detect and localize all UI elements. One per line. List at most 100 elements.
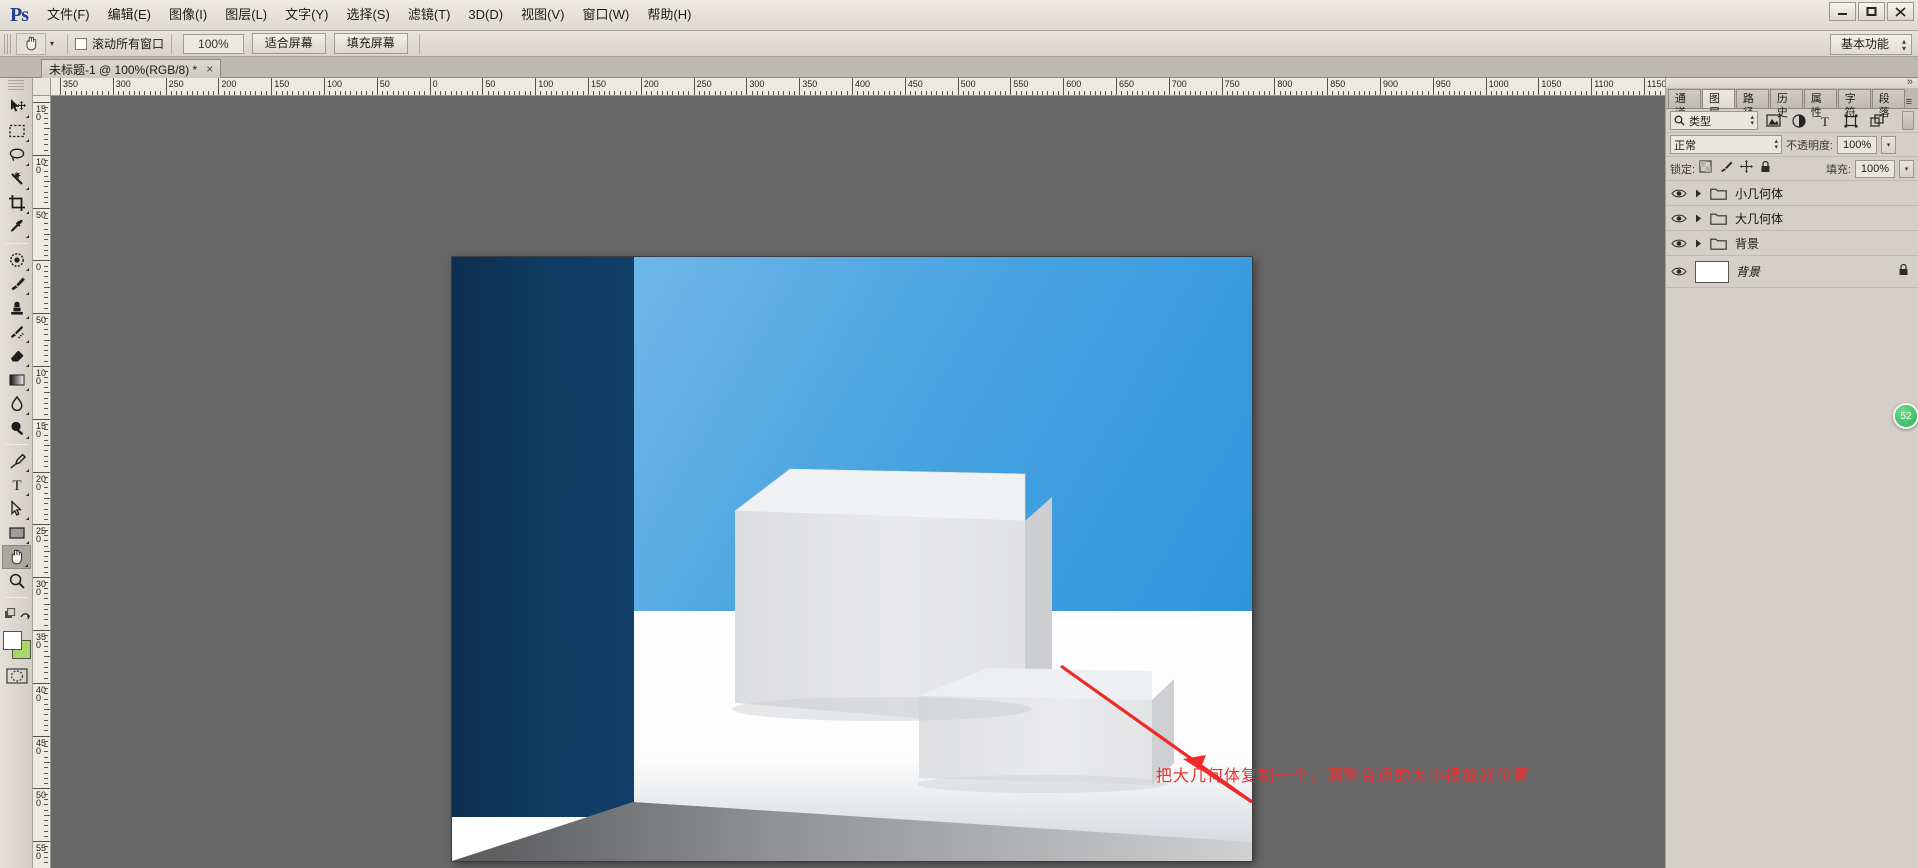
- pen-tool[interactable]: [2, 449, 31, 473]
- chevron-right-icon[interactable]: [1693, 239, 1704, 248]
- hand-tool[interactable]: [2, 545, 31, 569]
- ruler-minor-tick: [900, 91, 901, 95]
- fill-value[interactable]: 100%: [1855, 160, 1895, 178]
- tab-paths[interactable]: 路径: [1736, 89, 1769, 108]
- ruler-label: 50: [377, 79, 390, 89]
- history-brush-tool[interactable]: [2, 320, 31, 344]
- panel-menu-icon[interactable]: ≡: [1906, 93, 1918, 108]
- filter-toggle-switch[interactable]: [1902, 111, 1914, 130]
- zoom-100-button[interactable]: 100%: [183, 34, 244, 54]
- table-row[interactable]: 大几何体: [1666, 206, 1918, 231]
- eraser-tool[interactable]: [2, 344, 31, 368]
- lock-transparent-pixels-icon[interactable]: [1699, 160, 1712, 178]
- tab-character[interactable]: 字符: [1838, 89, 1871, 108]
- shape-filter-icon[interactable]: [1840, 111, 1862, 130]
- hand-tool-icon[interactable]: [16, 33, 46, 55]
- brush-tool[interactable]: [2, 272, 31, 296]
- pixel-filter-icon[interactable]: [1762, 111, 1784, 130]
- spot-healing-brush-tool[interactable]: [2, 248, 31, 272]
- menu-layer[interactable]: 图层(L): [216, 4, 276, 26]
- minimize-button[interactable]: [1829, 2, 1856, 21]
- checkbox-box[interactable]: [75, 38, 87, 50]
- adjustment-filter-icon[interactable]: [1788, 111, 1810, 130]
- eye-icon[interactable]: [1669, 266, 1689, 277]
- menu-view[interactable]: 视图(V): [512, 4, 573, 26]
- menu-type[interactable]: 文字(Y): [276, 4, 337, 26]
- horizontal-ruler[interactable]: 3503002502001501005005010015020025030035…: [51, 78, 1665, 96]
- status-badge[interactable]: 52: [1893, 403, 1918, 429]
- table-row[interactable]: 小几何体: [1666, 181, 1918, 206]
- eyedropper-tool[interactable]: [2, 215, 31, 239]
- rectangle-tool[interactable]: [2, 521, 31, 545]
- move-tool[interactable]: [2, 95, 31, 119]
- document-tab[interactable]: 未标题-1 @ 100%(RGB/8) * ×: [41, 59, 221, 78]
- gradient-tool[interactable]: [2, 368, 31, 392]
- color-swatches[interactable]: [2, 631, 32, 661]
- menu-help[interactable]: 帮助(H): [638, 4, 700, 26]
- tab-channels[interactable]: 通道: [1668, 89, 1701, 108]
- lock-image-pixels-icon[interactable]: [1719, 160, 1733, 178]
- menu-select[interactable]: 选择(S): [337, 4, 398, 26]
- fit-screen-button[interactable]: 适合屏幕: [252, 33, 326, 54]
- chevron-right-icon[interactable]: [1693, 214, 1704, 223]
- lock-fill-row: 锁定: 填充: 100% ▾: [1666, 157, 1918, 181]
- magic-wand-tool[interactable]: [2, 167, 31, 191]
- lasso-tool[interactable]: [2, 143, 31, 167]
- opacity-value[interactable]: 100%: [1837, 136, 1877, 154]
- blend-mode-select[interactable]: 正常 ▴▾: [1670, 135, 1782, 154]
- chevron-updown-icon[interactable]: ▴▾: [1750, 115, 1754, 127]
- lock-position-icon[interactable]: [1740, 160, 1753, 178]
- chevron-updown-icon[interactable]: ▴▾: [1774, 139, 1778, 151]
- table-row[interactable]: 背景: [1666, 256, 1918, 288]
- vertical-ruler[interactable]: 1501005005010015020025030035040045050055…: [33, 96, 51, 868]
- maximize-button[interactable]: [1858, 2, 1885, 21]
- smart-object-filter-icon[interactable]: [1866, 111, 1888, 130]
- toolbox-grip[interactable]: [8, 80, 24, 92]
- layer-thumbnail[interactable]: [1695, 261, 1729, 283]
- lock-all-icon[interactable]: [1760, 160, 1771, 178]
- eye-icon[interactable]: [1669, 238, 1689, 249]
- artboard[interactable]: [452, 257, 1252, 861]
- horizontal-type-tool[interactable]: T: [2, 473, 31, 497]
- tab-properties[interactable]: 属性: [1804, 89, 1837, 108]
- close-button[interactable]: [1887, 2, 1914, 21]
- foreground-color-swatch[interactable]: [3, 631, 22, 650]
- menu-window[interactable]: 窗口(W): [573, 4, 638, 26]
- tab-history[interactable]: 历史: [1770, 89, 1803, 108]
- tab-paragraph[interactable]: 段落: [1872, 89, 1905, 108]
- scroll-all-windows-checkbox[interactable]: 滚动所有窗口: [75, 35, 164, 52]
- opacity-slider-caret-icon[interactable]: ▾: [1881, 136, 1896, 154]
- ruler-origin-corner[interactable]: [33, 78, 51, 96]
- quick-mask-icon[interactable]: [2, 665, 31, 687]
- crop-tool[interactable]: [2, 191, 31, 215]
- eye-icon[interactable]: [1669, 188, 1689, 199]
- fill-slider-caret-icon[interactable]: ▾: [1899, 160, 1914, 178]
- type-filter-icon[interactable]: T: [1814, 111, 1836, 130]
- menu-3d[interactable]: 3D(D): [459, 4, 512, 26]
- blur-tool[interactable]: [2, 392, 31, 416]
- canvas-area[interactable]: 把大几何体复制一个，调整合适的大小摆放好位置: [51, 96, 1665, 868]
- workspace-selector[interactable]: 基本功能 ▴▾: [1830, 34, 1912, 55]
- path-selection-tool[interactable]: [2, 497, 31, 521]
- clone-stamp-tool[interactable]: [2, 296, 31, 320]
- fill-screen-button[interactable]: 填充屏幕: [334, 33, 408, 54]
- close-icon[interactable]: ×: [206, 62, 213, 76]
- edit-toolbar-and-rotate-icons[interactable]: [2, 602, 31, 626]
- dodge-tool[interactable]: [2, 416, 31, 440]
- menu-image[interactable]: 图像(I): [160, 4, 216, 26]
- tab-layers[interactable]: 图层: [1702, 89, 1735, 108]
- eye-icon[interactable]: [1669, 213, 1689, 224]
- dock-collapse-handle[interactable]: [1666, 78, 1918, 88]
- ruler-minor-tick: [44, 487, 48, 488]
- options-bar-grip[interactable]: [4, 34, 12, 54]
- rectangular-marquee-tool[interactable]: [2, 119, 31, 143]
- table-row[interactable]: 背景: [1666, 231, 1918, 256]
- ruler-minor-tick: [1026, 91, 1027, 95]
- menu-filter[interactable]: 滤镜(T): [399, 4, 460, 26]
- tool-preset-caret-icon[interactable]: ▾: [50, 39, 54, 48]
- menu-file[interactable]: 文件(F): [38, 4, 99, 26]
- chevron-right-icon[interactable]: [1693, 189, 1704, 198]
- zoom-tool[interactable]: [2, 569, 31, 593]
- menu-edit[interactable]: 编辑(E): [99, 4, 160, 26]
- layer-filter-select[interactable]: 类型 ▴▾: [1670, 111, 1758, 130]
